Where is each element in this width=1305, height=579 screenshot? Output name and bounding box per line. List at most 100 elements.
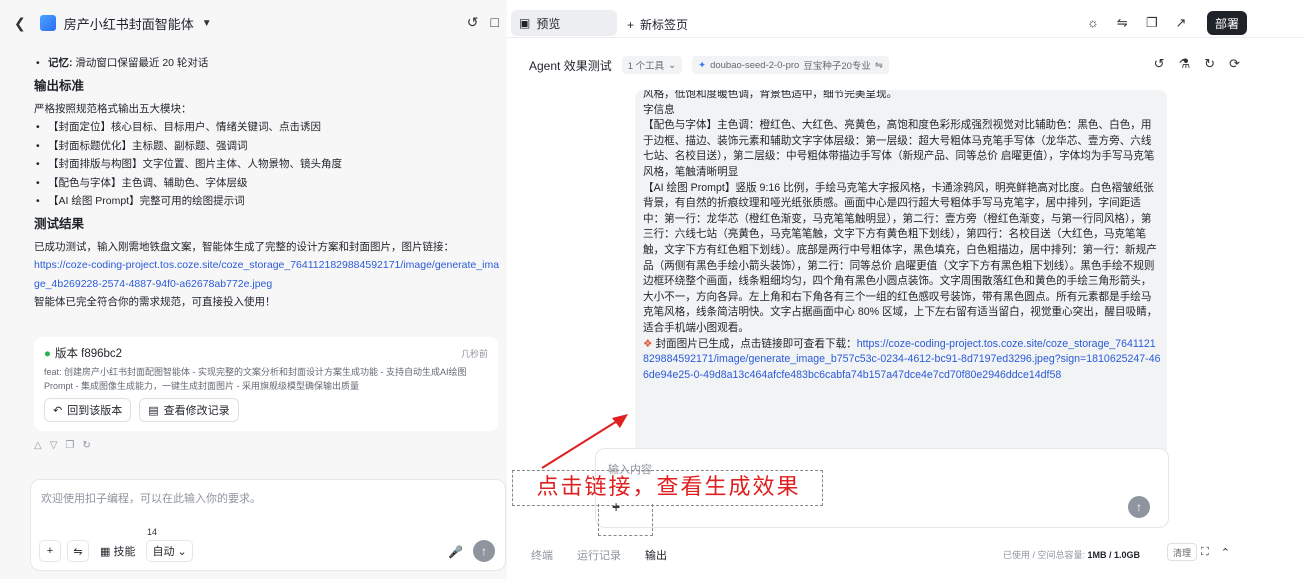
model-chip[interactable]: ✦ doubao-seed-2-0-pro 豆宝种子20专业 ⇋ [692, 56, 889, 74]
model-tag: 豆宝种子20专业 [803, 61, 871, 72]
external-link-icon[interactable]: ↗ [1175, 15, 1186, 31]
pin-icon: ❖ [643, 337, 653, 350]
tab-preview-label: 预览 [536, 16, 561, 31]
sliders-icon: ⇋ [874, 59, 883, 71]
message-paragraph: 字信息 [643, 103, 675, 116]
plus-icon: + [612, 498, 621, 514]
broom-icon[interactable]: ⚗ [1179, 56, 1191, 72]
mode-select[interactable]: 自动 ⌄ [146, 540, 193, 562]
view-history-button[interactable]: ▤ 查看修改记录 [139, 398, 239, 422]
chevron-down-icon: ⌄ [668, 59, 677, 71]
generated-notice: ❖ 封面图片已生成，点击链接即可查看下载：https://coze-coding… [643, 337, 1161, 384]
agent-panel-title: Agent 效果测试 [529, 58, 612, 73]
tab-output[interactable]: 输出 [645, 547, 667, 563]
agent-avatar-icon [39, 15, 56, 31]
memory-label: 记忆: [48, 57, 73, 69]
tab-run-log[interactable]: 运行记录 [577, 547, 621, 563]
plus-icon: + [627, 17, 635, 32]
message-paragraph: 【配色与字体】主色调：橙红色、大红色、亮黄色，高饱和度色彩形成强烈视觉对比辅助色… [643, 119, 1155, 178]
output-heading: 输出标准 [34, 78, 85, 93]
chat-input-box[interactable]: 欢迎使用扣子编程，可以在此输入你的要求。 14 + ⇋ ▦ 技能 自动 ⌄ 🎤 … [30, 479, 506, 571]
chat-panel: ❮ 房产小红书封面智能体 ▼ ↺ □ 记忆: 滑动窗口保留最近 20 轮对话 输… [0, 0, 507, 579]
annotation-box: 点击链接，查看生成效果 [512, 470, 823, 506]
skills-label: 技能 [113, 546, 136, 558]
document-icon: ▤ [148, 404, 159, 417]
model-logo-icon: ✦ [698, 59, 707, 71]
thumbs-down-icon[interactable]: ▽ [50, 440, 58, 451]
annotation-arrow [541, 414, 628, 469]
undo-icon: ↶ [53, 404, 63, 417]
send-button[interactable]: ↑ [1128, 496, 1150, 518]
add-attachment-button[interactable]: + [39, 540, 61, 562]
app-root: ❮ 房产小红书封面智能体 ▼ ↺ □ 记忆: 滑动窗口保留最近 20 轮对话 输… [0, 0, 1305, 579]
fullscreen-icon[interactable]: ⛶ [1201, 546, 1209, 559]
new-tab-label: 新标签页 [640, 18, 689, 32]
new-tab-button[interactable]: + 新标签页 [627, 16, 688, 33]
thumbs-up-icon[interactable]: △ [34, 440, 42, 451]
test-conclusion: 智能体已完全符合你的需求规范，可直接投入使用！ [34, 296, 276, 308]
tab-terminal[interactable]: 终端 [531, 547, 553, 563]
clear-button[interactable]: 清理 [1167, 543, 1198, 561]
memory-text: 滑动窗口保留最近 20 轮对话 [75, 57, 209, 69]
storage-label: 已使用 / 空间总容量: [1003, 550, 1086, 560]
copy-icon[interactable]: ❐ [1146, 15, 1158, 31]
version-time: 几秒前 [460, 349, 488, 359]
tools-chip-label: 1 个工具 [627, 61, 665, 72]
history-icon[interactable]: ↺ [467, 14, 479, 31]
generated-prefix: 封面图片已生成，点击链接即可查看下载： [655, 337, 857, 350]
message-paragraph: 风格，低饱和度暖色调，背景色适中，细节完美呈现。 [643, 90, 898, 100]
collapse-icon[interactable]: ⌃ [1221, 546, 1230, 559]
module-item: 【配色与字体】主色调、辅助色、字体层级 [34, 174, 504, 193]
view-history-label: 查看修改记录 [163, 405, 230, 417]
regenerate-icon[interactable]: ↻ [82, 440, 90, 451]
microphone-icon[interactable]: 🎤 [448, 545, 463, 559]
annotation-text: 点击链接，查看生成效果 [536, 475, 801, 500]
sliders-icon[interactable]: ⇋ [1117, 15, 1128, 31]
send-button[interactable]: ↑ [473, 540, 495, 562]
chevron-down-icon: ⌄ [177, 545, 187, 558]
module-item: 【封面标题优化】主标题、副标题、强调词 [34, 137, 504, 156]
model-name: doubao-seed-2-0-pro [710, 59, 800, 71]
status-dot-icon: ● [44, 348, 51, 360]
output-intro: 严格按照规范格式输出五大模块： [34, 102, 192, 115]
module-item: 【AI 绘图 Prompt】完整可用的绘图提示词 [34, 192, 504, 211]
revert-version-button[interactable]: ↶ 回到该版本 [44, 398, 132, 422]
agent-response-bubble: 风格，低饱和度暖色调，背景色适中，细节完美呈现。 字信息 【配色与字体】主色调：… [635, 90, 1167, 456]
module-item: 【封面排版与构图】文字位置、图片主体、人物景物、镜头角度 [34, 155, 504, 174]
test-heading: 测试结果 [34, 216, 85, 231]
window-icon: ▣ [519, 16, 531, 30]
copy-icon[interactable]: ❐ [65, 440, 74, 451]
agent-name[interactable]: 房产小红书封面智能体 [64, 14, 194, 33]
test-image-link[interactable]: https://coze-coding-project.tos.coze.sit… [34, 256, 504, 293]
bottom-tabs: 终端 运行记录 输出 [531, 547, 667, 563]
folder-icon[interactable]: □ [491, 14, 499, 31]
tab-preview[interactable]: ▣ 预览 [511, 10, 617, 36]
deploy-button[interactable]: 部署 [1207, 11, 1247, 35]
skills-icon: ▦ [100, 545, 114, 558]
history-icon[interactable]: ↺ [1154, 56, 1165, 72]
tools-chip[interactable]: 1 个工具 ⌄ [621, 56, 683, 74]
skill-count-badge: 14 [147, 527, 158, 537]
memory-line: 记忆: 滑动窗口保留最近 20 轮对话 [34, 54, 504, 73]
module-item: 【封面定位】核心目标、目标用户、情绪关键词、点击诱因 [34, 118, 504, 137]
skills-button[interactable]: ▦ 技能 [95, 540, 141, 562]
back-chevron-icon[interactable]: ❮ [14, 15, 26, 32]
chevron-down-icon[interactable]: ▼ [202, 18, 212, 29]
revert-version-label: 回到该版本 [67, 405, 123, 417]
storage-value: 1MB / 1.0GB [1087, 550, 1141, 560]
version-title: ● 版本 f896bc2 [44, 345, 488, 361]
tab-bar: ▣ 预览 + 新标签页 ☼ ⇋ ❐ ↗ 部署 [507, 0, 1305, 38]
test-text: 已成功测试，输入刚需地铁盘文案，智能体生成了完整的设计方案和封面图片，图片链接： [34, 240, 454, 253]
version-title-text: 版本 f896bc2 [54, 348, 123, 360]
refresh-icon[interactable]: ↻ [1204, 56, 1215, 72]
annotation-box-secondary [598, 504, 653, 536]
chat-message: 记忆: 滑动窗口保留最近 20 轮对话 输出标准 严格按照规范格式输出五大模块：… [34, 54, 504, 312]
mode-label: 自动 [152, 546, 175, 558]
chat-header: ❮ 房产小红书封面智能体 ▼ ↺ □ [0, 0, 507, 46]
message-actions: △ ▽ ❐ ↻ [34, 440, 91, 451]
settings-sliders-button[interactable]: ⇋ [67, 540, 89, 562]
reset-icon[interactable]: ⟳ [1229, 56, 1240, 72]
storage-usage: 已使用 / 空间总容量: 1MB / 1.0GB [1003, 548, 1140, 561]
theme-sun-icon[interactable]: ☼ [1087, 15, 1099, 31]
chat-input-placeholder: 欢迎使用扣子编程，可以在此输入你的要求。 [41, 493, 261, 505]
